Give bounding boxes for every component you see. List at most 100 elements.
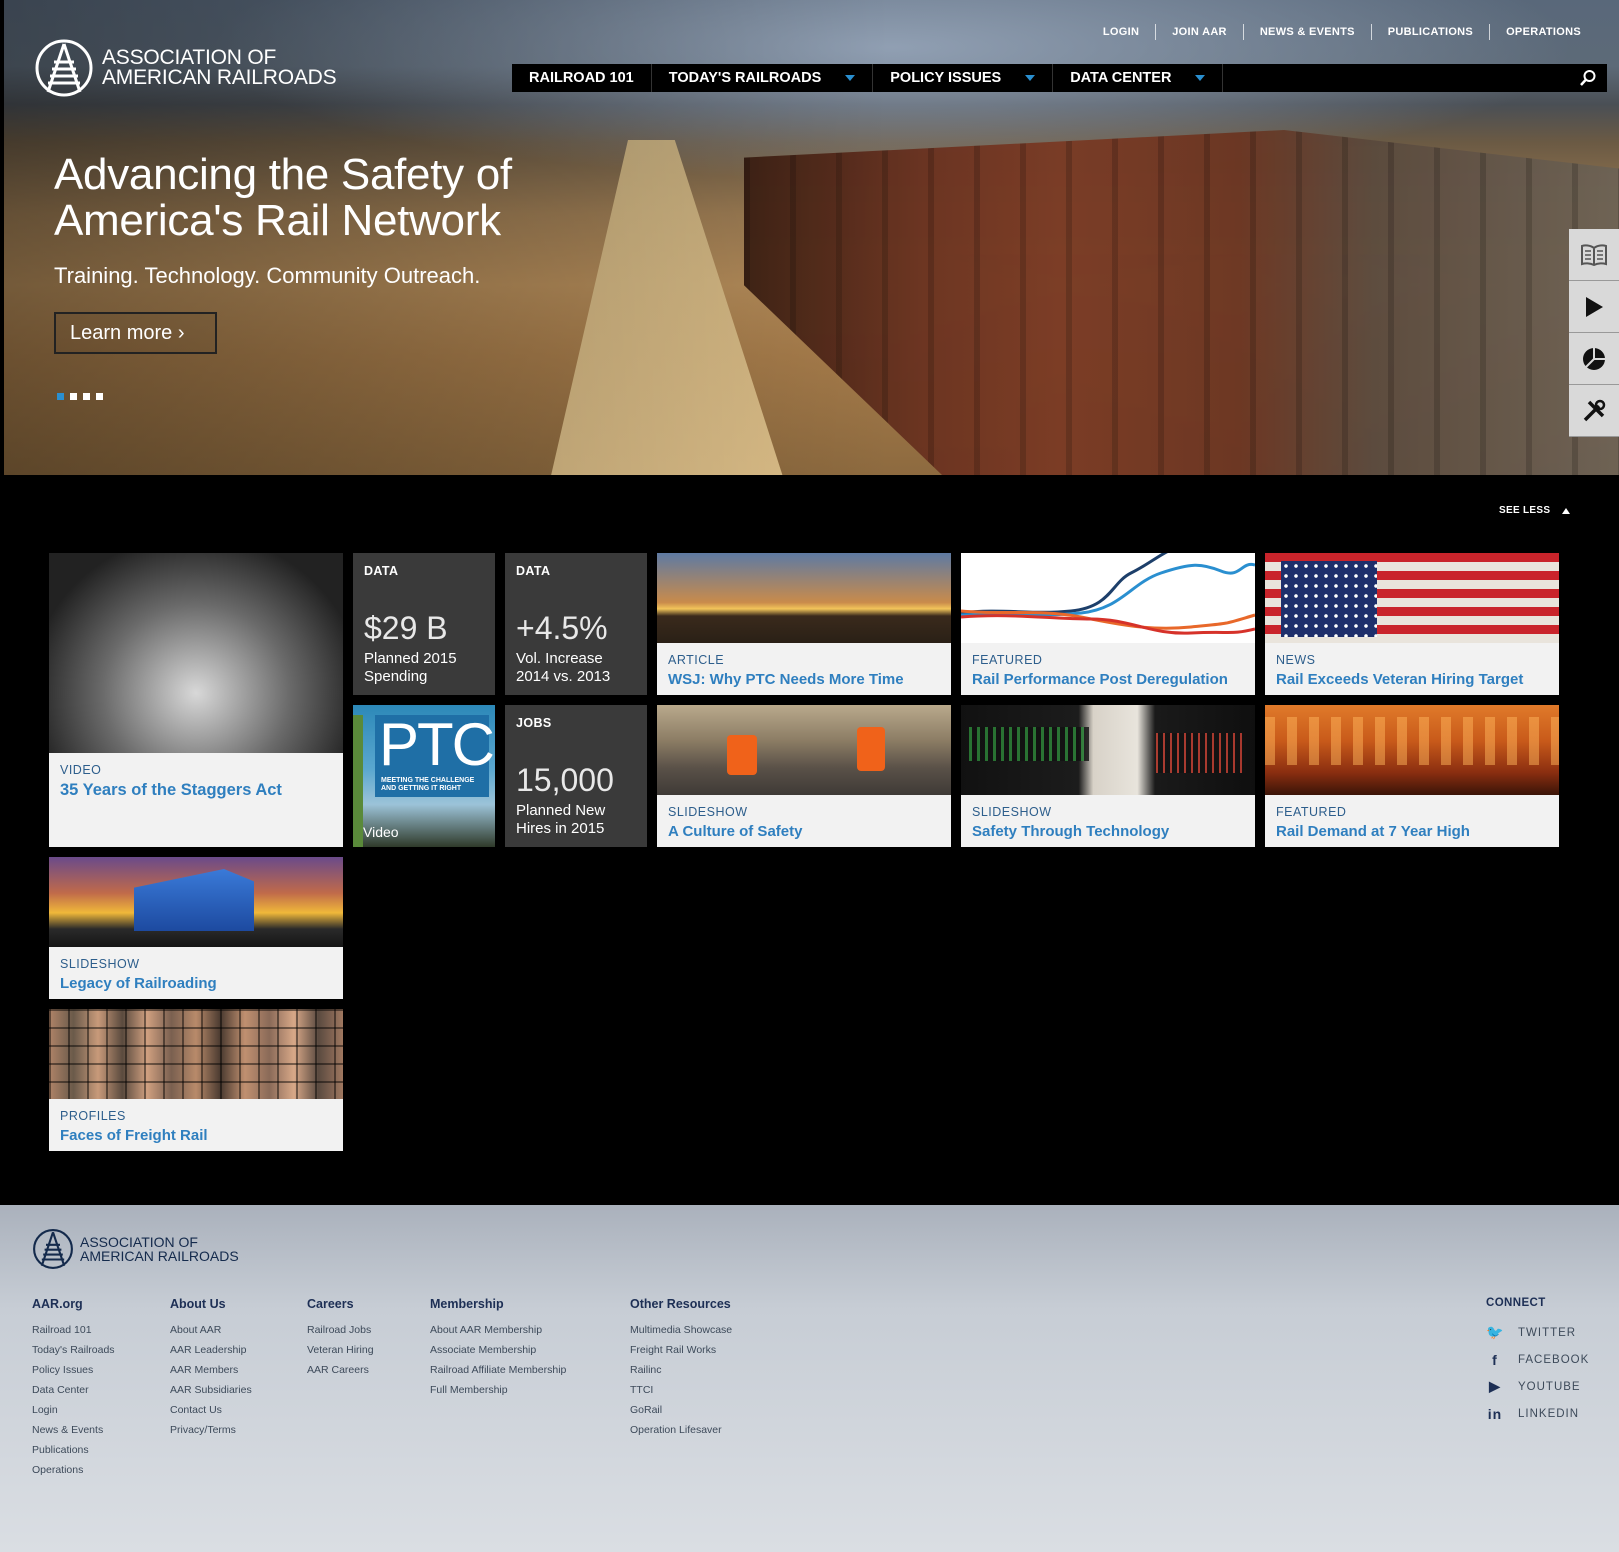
utility-login[interactable]: LOGIN <box>1087 24 1155 40</box>
twitter-link[interactable]: 🐦 TWITTER <box>1486 1319 1589 1346</box>
stat-desc-line1: Planned 2015 <box>364 650 457 667</box>
utility-join-aar[interactable]: JOIN AAR <box>1155 24 1243 40</box>
footer-link[interactable]: About AAR <box>170 1320 252 1340</box>
footer-logo-line-1: ASSOCIATION OF <box>80 1234 198 1250</box>
utility-operations[interactable]: OPERATIONS <box>1489 24 1597 40</box>
footer-link[interactable]: About AAR Membership <box>430 1320 566 1340</box>
tile-category: SLIDESHOW <box>668 805 748 819</box>
footer-link[interactable]: Privacy/Terms <box>170 1420 252 1440</box>
tile-demand-featured[interactable]: FEATURED Rail Demand at 7 Year High <box>1265 705 1559 847</box>
search-icon[interactable] <box>1579 69 1597 87</box>
tile-category: FEATURED <box>1276 805 1347 819</box>
control-room-photo <box>961 705 1255 795</box>
stat-value: $29 B <box>364 610 448 646</box>
tile-faces-profiles[interactable]: PROFILES Faces of Freight Rail <box>49 1009 343 1151</box>
tile-culture-slideshow[interactable]: SLIDESHOW A Culture of Safety <box>657 705 951 847</box>
tile-data-volume[interactable]: DATA +4.5% Vol. Increase 2014 vs. 2013 <box>505 553 647 695</box>
utility-publications[interactable]: PUBLICATIONS <box>1370 24 1489 40</box>
hero-subtitle: Training. Technology. Community Outreach… <box>54 263 481 288</box>
footer-link[interactable]: Operations <box>32 1460 115 1480</box>
site-logo[interactable]: ASSOCIATION OF AMERICAN RAILROADS <box>34 38 337 98</box>
facebook-link[interactable]: f FACEBOOK <box>1486 1346 1589 1373</box>
slide-dot-4[interactable] <box>96 393 103 400</box>
footer-link[interactable]: Full Membership <box>430 1380 566 1400</box>
slide-indicators <box>57 393 103 400</box>
nav-policy-issues[interactable]: POLICY ISSUES <box>873 64 1054 92</box>
linkedin-icon: in <box>1487 1405 1503 1422</box>
footer-link[interactable]: Login <box>32 1400 115 1420</box>
tile-title: WSJ: Why PTC Needs More Time <box>668 671 904 688</box>
tile-title: Rail Performance Post Deregulation <box>972 671 1228 688</box>
tile-category: SLIDESHOW <box>972 805 1052 819</box>
sunset-train-photo <box>657 553 951 643</box>
tile-staggers-video[interactable]: VIDEO 35 Years of the Staggers Act <box>49 553 343 847</box>
footer-link[interactable]: Veteran Hiring <box>307 1340 374 1360</box>
main-nav: RAILROAD 101 TODAY'S RAILROADS POLICY IS… <box>512 64 1607 92</box>
footer-link[interactable]: AAR Careers <box>307 1360 374 1380</box>
connect-heading: CONNECT <box>1486 1297 1546 1309</box>
footer-link[interactable]: Policy Issues <box>32 1360 115 1380</box>
utility-news-events[interactable]: NEWS & EVENTS <box>1242 24 1371 40</box>
learn-more-button[interactable]: Learn more › <box>54 312 217 354</box>
tile-jobs[interactable]: JOBS 15,000 Planned New Hires in 2015 <box>505 705 647 847</box>
chevron-down-icon[interactable] <box>845 75 856 81</box>
linkedin-link[interactable]: in LINKEDIN <box>1486 1400 1589 1427</box>
footer-link[interactable]: Data Center <box>32 1380 115 1400</box>
footer-link[interactable]: Railroad Jobs <box>307 1320 374 1340</box>
site-footer: ASSOCIATION OF AMERICAN RAILROADS AAR.or… <box>0 1205 1619 1552</box>
tile-technology-slideshow[interactable]: SLIDESHOW Safety Through Technology <box>961 705 1255 847</box>
stat-desc-line2: Spending <box>364 668 428 685</box>
footer-link[interactable]: Railinc <box>630 1360 732 1380</box>
footer-link[interactable]: Contact Us <box>170 1400 252 1420</box>
nav-todays-railroads[interactable]: TODAY'S RAILROADS <box>652 64 874 92</box>
slide-dot-1[interactable] <box>57 393 64 400</box>
footer-link[interactable]: Railroad 101 <box>32 1320 115 1340</box>
tile-veteran-news[interactable]: NEWS Rail Exceeds Veteran Hiring Target <box>1265 553 1559 695</box>
footer-col-heading: Other Resources <box>630 1297 731 1311</box>
footer-link[interactable]: News & Events <box>32 1420 115 1440</box>
footer-link[interactable]: Operation Lifesaver <box>630 1420 732 1440</box>
footer-col-membership: Membership About AAR Membership Associat… <box>430 1297 566 1400</box>
tile-deregulation-featured[interactable]: FEATURED Rail Performance Post Deregulat… <box>961 553 1255 695</box>
book-icon[interactable] <box>1569 229 1619 281</box>
footer-link[interactable]: Freight Rail Works <box>630 1340 732 1360</box>
logo-line-1: ASSOCIATION OF <box>102 46 277 69</box>
orange-train-photo <box>1265 705 1559 795</box>
tile-legacy-slideshow[interactable]: SLIDESHOW Legacy of Railroading <box>49 857 343 999</box>
tile-label: JOBS <box>516 716 552 730</box>
nav-data-center[interactable]: DATA CENTER <box>1053 64 1224 92</box>
tile-wsj-article[interactable]: ARTICLE WSJ: Why PTC Needs More Time <box>657 553 951 695</box>
footer-link[interactable]: AAR Leadership <box>170 1340 252 1360</box>
footer-link[interactable]: Associate Membership <box>430 1340 566 1360</box>
tile-ptc-video[interactable]: PTC MEETING THE CHALLENGE AND GETTING IT… <box>353 705 495 847</box>
footer-link[interactable]: TTCI <box>630 1380 732 1400</box>
faces-mosaic-photo <box>49 1009 343 1099</box>
footer-link[interactable]: AAR Subsidiaries <box>170 1380 252 1400</box>
play-icon[interactable] <box>1569 281 1619 333</box>
ptc-tagline-1: MEETING THE CHALLENGE <box>381 777 475 784</box>
side-toolbar <box>1569 229 1619 437</box>
ptc-title: PTC <box>379 711 495 778</box>
slide-dot-3[interactable] <box>83 393 90 400</box>
pie-chart-icon[interactable] <box>1569 333 1619 385</box>
see-less-toggle[interactable]: SEE LESS <box>1499 505 1571 516</box>
tile-data-spending[interactable]: DATA $29 B Planned 2015 Spending <box>353 553 495 695</box>
tile-title: Safety Through Technology <box>972 823 1170 840</box>
slide-dot-2[interactable] <box>70 393 77 400</box>
chevron-down-icon[interactable] <box>1195 75 1206 81</box>
tools-icon[interactable] <box>1569 385 1619 437</box>
footer-link[interactable]: Publications <box>32 1440 115 1460</box>
tile-category: ARTICLE <box>668 653 725 667</box>
youtube-link[interactable]: ▶ YOUTUBE <box>1486 1373 1589 1400</box>
footer-link[interactable]: GoRail <box>630 1400 732 1420</box>
footer-col-about: About Us About AAR AAR Leadership AAR Me… <box>170 1297 252 1440</box>
footer-link[interactable]: AAR Members <box>170 1360 252 1380</box>
footer-link[interactable]: Today's Railroads <box>32 1340 115 1360</box>
chevron-down-icon[interactable] <box>1025 75 1036 81</box>
footer-link[interactable]: Multimedia Showcase <box>630 1320 732 1340</box>
nav-railroad-101[interactable]: RAILROAD 101 <box>512 64 652 92</box>
footer-logo[interactable]: ASSOCIATION OF AMERICAN RAILROADS <box>32 1228 239 1270</box>
footer-link[interactable]: Railroad Affiliate Membership <box>430 1360 566 1380</box>
footer-col-careers: Careers Railroad Jobs Veteran Hiring AAR… <box>307 1297 374 1380</box>
tile-title: Rail Demand at 7 Year High <box>1276 823 1470 840</box>
